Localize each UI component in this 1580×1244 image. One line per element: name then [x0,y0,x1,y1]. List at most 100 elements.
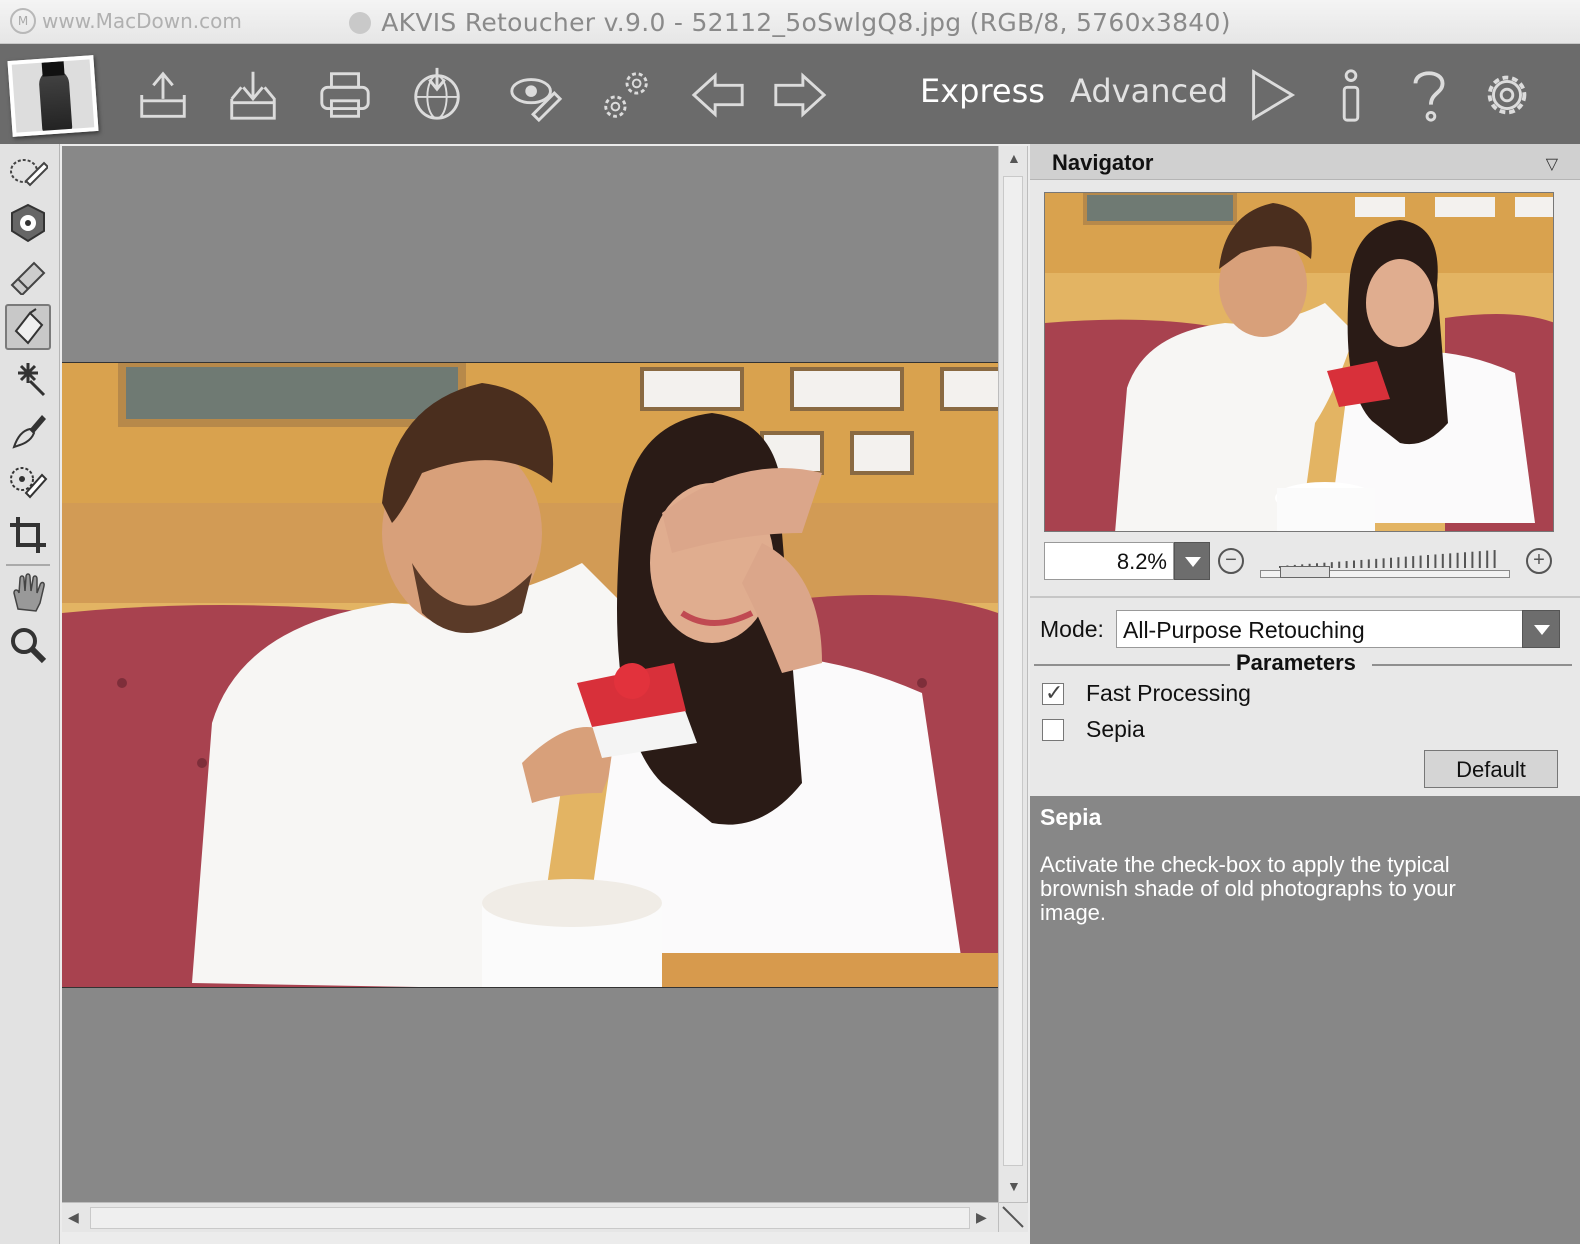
express-mode-tab[interactable]: Express [920,72,1045,110]
main-toolbar: Express Advanced [0,44,1580,144]
akvis-logo [7,55,99,137]
tray-upload-icon [140,71,186,118]
eraser-icon [10,261,46,295]
help-panel: Sepia Activate the check-box to apply th… [1030,796,1580,1244]
tray-download-icon [230,71,276,120]
parameters-group-header: Parameters [1030,650,1580,680]
sepia-row[interactable]: Sepia [1042,716,1442,746]
navigator-divider [1030,596,1580,598]
window-title-text: AKVIS Retoucher v.9.0 - 52112_5oSwlgQ8.j… [381,8,1231,37]
tools-divider [6,564,50,566]
selection-brush-tool[interactable] [5,148,51,194]
crop-icon [10,517,46,553]
mode-select[interactable]: All-Purpose Retouching [1116,610,1560,648]
navigator-thumbnail [1045,193,1553,531]
zoom-dropdown-button[interactable] [1174,542,1210,580]
print-button[interactable] [314,64,376,126]
horizontal-scrollbar[interactable]: ◀ ▶ [62,1202,998,1232]
tools-panel [0,144,60,1244]
hand-tool[interactable] [5,570,51,616]
zoom-icon [11,628,47,664]
play-icon [1252,69,1296,121]
clone-stamp-tool[interactable] [5,460,51,506]
photo-preview[interactable] [62,362,998,988]
mode-row: Mode: All-Purpose Retouching [1040,610,1570,650]
zoom-tool[interactable] [5,622,51,668]
parameters-title: Parameters [1236,650,1356,675]
brush-icon [12,415,46,449]
question-icon [1413,71,1445,122]
open-image-button[interactable] [132,64,194,126]
title-bar: M www.MacDown.com AKVIS Retoucher v.9.0 … [0,0,1580,44]
eye-pen-icon [510,78,563,123]
zoom-slider-knob[interactable] [1280,566,1330,578]
resize-corner[interactable] [998,1202,1028,1232]
window-title: AKVIS Retoucher v.9.0 - 52112_5oSwlgQ8.j… [0,8,1580,37]
zoom-slider-ticks [1279,550,1496,568]
navigator-title: Navigator [1052,150,1154,175]
info-icon [1342,69,1360,122]
arrow-right-icon [774,72,827,118]
zoom-controls: 8.2% − + [1044,542,1564,582]
eraser-tool[interactable] [5,252,51,298]
collapse-triangle-icon[interactable]: ▽ [1546,154,1558,174]
brush-tool[interactable] [5,408,51,454]
hand-icon [13,573,45,612]
app-icon [349,12,372,34]
resize-grip-icon [1002,1206,1024,1228]
default-button[interactable]: Default [1424,750,1558,788]
scroll-down-arrow-icon[interactable]: ▼ [1007,1178,1021,1194]
share-button[interactable] [406,64,468,126]
fast-processing-row[interactable]: Fast Processing [1042,680,1442,710]
zoom-out-icon[interactable]: − [1218,548,1244,574]
printer-icon [320,72,370,118]
advanced-mode-tab[interactable]: Advanced [1070,72,1228,110]
fast-processing-checkbox[interactable] [1042,681,1064,706]
couple-photo [62,363,998,987]
sepia-label: Sepia [1086,716,1145,742]
settings-button[interactable] [1476,64,1538,126]
batch-processing-button[interactable] [504,64,566,126]
clone-stamp-icon [10,467,48,499]
save-image-button[interactable] [222,64,284,126]
redo-button[interactable] [768,64,830,126]
run-button[interactable] [1240,64,1302,126]
scroll-left-arrow-icon[interactable]: ◀ [68,1209,79,1226]
settings-panel: Navigator ▽ 8.2% − + Mode: All-Purpose R… [1030,144,1580,1244]
help-button[interactable] [1398,64,1460,126]
magic-wand-tool[interactable] [5,356,51,402]
help-text: Activate the check-box to apply the typi… [1040,852,1456,925]
crop-tool[interactable] [5,512,51,558]
gears-icon [604,72,648,118]
navigator-header[interactable]: Navigator ▽ [1030,144,1580,180]
vertical-scroll-thumb[interactable] [1003,176,1023,1166]
arrow-left-icon [691,72,744,118]
preferences-gears-button[interactable] [596,64,658,126]
zoom-in-icon[interactable]: + [1526,548,1552,574]
fill-tool[interactable] [5,304,51,350]
magic-wand-icon [18,363,46,397]
image-canvas[interactable] [62,146,998,1202]
legend-line-right [1372,664,1572,666]
mode-label: Mode: [1040,616,1104,642]
gear-icon [1487,75,1527,115]
help-title: Sepia [1040,804,1102,830]
fast-processing-label: Fast Processing [1086,680,1251,706]
scroll-right-arrow-icon[interactable]: ▶ [976,1209,987,1226]
zoom-slider[interactable] [1260,548,1510,578]
bucket-icon [14,308,44,345]
lasso-brush-icon [10,159,48,187]
protection-tool[interactable] [5,200,51,246]
sepia-checkbox[interactable] [1042,719,1064,741]
undo-button[interactable] [688,64,750,126]
about-button[interactable] [1320,64,1382,126]
mode-dropdown-button[interactable] [1522,610,1560,648]
scroll-up-arrow-icon[interactable]: ▲ [1007,150,1021,166]
globe-download-icon [414,67,460,120]
logo-figure [38,68,73,133]
navigator-preview[interactable] [1044,192,1554,532]
zoom-value-field[interactable]: 8.2% [1044,542,1174,580]
vertical-scrollbar[interactable]: ▲ ▼ [998,146,1028,1202]
horizontal-scroll-thumb[interactable] [90,1207,970,1229]
legend-line-left [1034,664,1230,666]
